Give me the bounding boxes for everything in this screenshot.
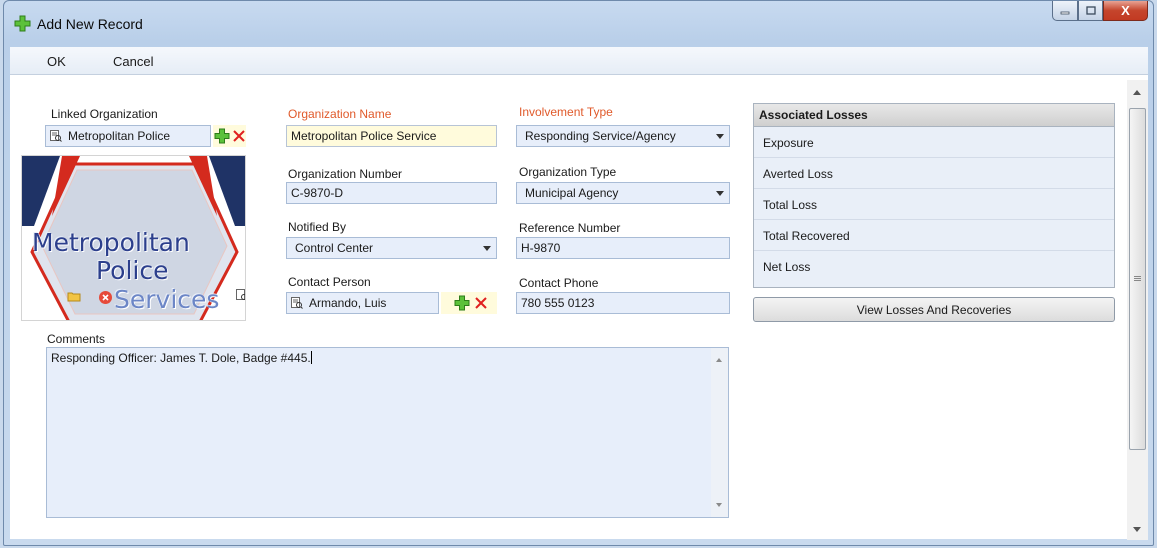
contact-phone-label: Contact Phone: [519, 276, 599, 290]
scrollbar-thumb[interactable]: [1129, 108, 1146, 450]
organization-name-label: Organization Name: [288, 107, 392, 121]
add-new-record-window: Add New Record X OK Cancel Linked Organi…: [3, 0, 1154, 546]
cancel-menu-item[interactable]: Cancel: [113, 54, 153, 69]
organization-number-field[interactable]: C-9870-D: [286, 182, 497, 204]
linked-organization-value: Metropolitan Police: [68, 129, 171, 143]
open-folder-icon[interactable]: [67, 289, 81, 303]
comments-scrollbar[interactable]: [711, 348, 728, 517]
organization-type-label: Organization Type: [519, 165, 617, 179]
contact-person-value: Armando, Luis: [309, 296, 387, 310]
comments-textarea[interactable]: Responding Officer: James T. Dole, Badge…: [46, 347, 729, 518]
lookup-icon: [291, 297, 303, 309]
lookup-icon: [50, 130, 62, 142]
chevron-down-icon: [716, 134, 724, 139]
involvement-type-value: Responding Service/Agency: [525, 129, 676, 143]
close-button[interactable]: X: [1103, 1, 1148, 21]
window-controls: X: [1052, 1, 1148, 21]
comments-value: Responding Officer: James T. Dole, Badge…: [51, 351, 311, 365]
contact-person-field[interactable]: Armando, Luis: [286, 292, 439, 314]
add-icon: [14, 15, 31, 32]
vertical-scrollbar[interactable]: [1127, 80, 1148, 540]
reference-number-label: Reference Number: [519, 221, 621, 235]
notified-by-value: Control Center: [295, 241, 374, 255]
linked-organization-label: Linked Organization: [51, 107, 158, 121]
close-icon: X: [1121, 3, 1130, 18]
associated-losses-panel: Associated Losses Exposure Averted Loss …: [753, 103, 1115, 288]
view-image-icon[interactable]: [236, 289, 246, 302]
remove-linked-organization-icon[interactable]: [232, 129, 246, 143]
contact-phone-field[interactable]: 780 555 0123: [516, 292, 730, 314]
associated-losses-header: Associated Losses: [754, 104, 1114, 127]
involvement-type-label: Involvement Type: [519, 105, 613, 119]
minimize-icon: [1060, 11, 1070, 14]
logo-line-2: Police: [96, 256, 169, 285]
scroll-down-icon[interactable]: [716, 503, 722, 507]
contact-person-label: Contact Person: [288, 275, 371, 289]
reference-number-field[interactable]: H-9870: [516, 237, 730, 259]
chevron-down-icon: [483, 246, 491, 251]
scroll-up-icon[interactable]: [1133, 90, 1141, 95]
add-contact-person-icon[interactable]: [454, 295, 470, 311]
list-item[interactable]: Net Loss: [754, 251, 1114, 282]
list-item[interactable]: Total Recovered: [754, 220, 1114, 251]
grip-icon: [1134, 276, 1141, 277]
logo-line-1: Metropolitan: [32, 228, 190, 257]
ok-menu-item[interactable]: OK: [47, 54, 66, 69]
organization-number-label: Organization Number: [288, 167, 403, 181]
logo-line-3: Services: [114, 285, 220, 314]
organization-logo: Metropolitan Police Services: [21, 155, 246, 321]
list-item[interactable]: Exposure: [754, 127, 1114, 158]
notified-by-select[interactable]: Control Center: [286, 237, 497, 259]
organization-type-value: Municipal Agency: [525, 186, 619, 200]
chevron-down-icon: [716, 191, 724, 196]
text-caret: [310, 351, 312, 364]
add-linked-organization-icon[interactable]: [214, 128, 230, 144]
window-title: Add New Record: [37, 16, 143, 32]
scroll-up-icon[interactable]: [716, 358, 722, 362]
minimize-button[interactable]: [1052, 1, 1078, 21]
organization-type-select[interactable]: Municipal Agency: [516, 182, 730, 204]
clear-image-icon[interactable]: [98, 290, 113, 305]
menu-bar: OK Cancel: [10, 47, 1148, 75]
maximize-button[interactable]: [1078, 1, 1103, 21]
involvement-type-select[interactable]: Responding Service/Agency: [516, 125, 730, 147]
notified-by-label: Notified By: [288, 220, 347, 234]
form-content: Linked Organization Metropolitan Police …: [10, 75, 1148, 540]
list-item[interactable]: Averted Loss: [754, 158, 1114, 189]
comments-label: Comments: [47, 332, 106, 346]
list-item[interactable]: Total Loss: [754, 189, 1114, 220]
remove-contact-person-icon[interactable]: [474, 296, 488, 310]
view-losses-and-recoveries-button[interactable]: View Losses And Recoveries: [753, 297, 1115, 322]
maximize-icon: [1085, 6, 1096, 15]
scroll-down-icon[interactable]: [1133, 527, 1141, 532]
linked-organization-field[interactable]: Metropolitan Police: [45, 125, 211, 147]
organization-name-field[interactable]: Metropolitan Police Service: [286, 125, 497, 147]
title-bar: Add New Record X: [4, 1, 1153, 47]
